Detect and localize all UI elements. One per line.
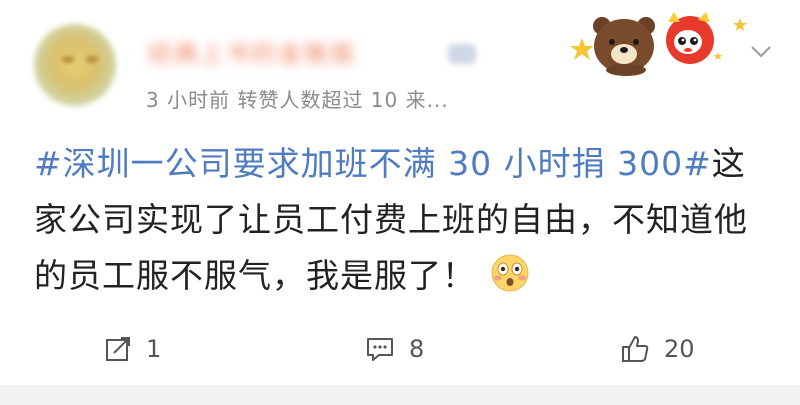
chevron-down-icon[interactable] bbox=[748, 38, 774, 64]
avatar-detail bbox=[86, 56, 98, 63]
comment-button[interactable]: 8 bbox=[365, 324, 424, 374]
weibo-post-card: 经典上书的金晚报 3 小时前 转赞人数超过 10 来... #深圳一公司要求加班… bbox=[0, 0, 800, 405]
repost-count: 1 bbox=[146, 335, 162, 363]
avatar-detail bbox=[62, 56, 74, 63]
card-divider bbox=[0, 385, 800, 405]
repost-icon bbox=[106, 337, 130, 361]
comment-count: 8 bbox=[409, 335, 425, 363]
like-count: 20 bbox=[664, 335, 695, 363]
hashtag-link[interactable]: #深圳一公司要求加班不满 30 小时捐 300# bbox=[34, 144, 712, 183]
action-bar: 1 8 20 bbox=[0, 324, 800, 374]
thumbs-up-icon bbox=[622, 336, 649, 362]
vip-badge-icon bbox=[448, 44, 476, 64]
comment-icon bbox=[367, 338, 393, 361]
author-avatar[interactable] bbox=[34, 24, 116, 106]
author-name[interactable]: 经典上书的金晚报 bbox=[148, 38, 356, 70]
post-meta: 3 小时前 转赞人数超过 10 来... bbox=[146, 88, 449, 112]
astonished-face-icon bbox=[491, 254, 529, 292]
repost-button[interactable]: 1 bbox=[104, 324, 161, 374]
post-body: #深圳一公司要求加班不满 30 小时捐 300#这家公司实现了让员工付费上班的自… bbox=[34, 136, 774, 304]
like-button[interactable]: 20 bbox=[620, 324, 695, 374]
mascot-sticker-icon bbox=[570, 12, 747, 76]
